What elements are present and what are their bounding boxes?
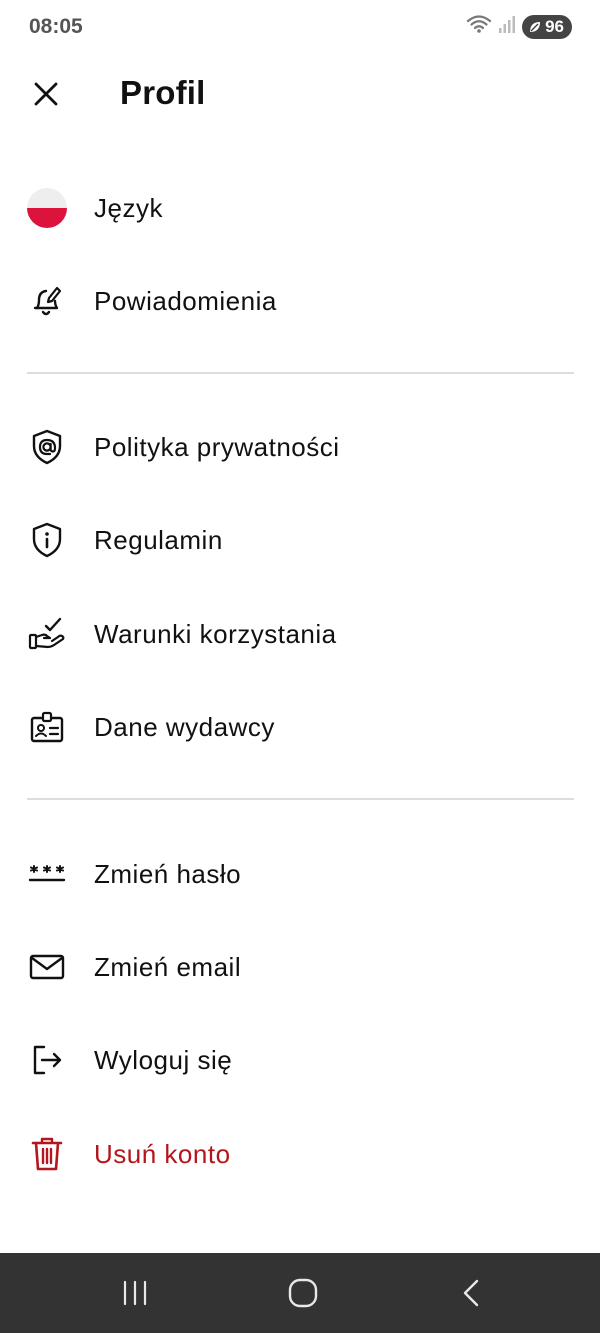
recent-apps-button[interactable] [115,1273,155,1313]
menu-item-change-email[interactable]: Zmień email [0,927,600,1007]
menu-label-terms-of-use: Warunki korzystania [94,618,337,649]
menu-item-change-password[interactable]: Zmień hasło [0,834,600,914]
shield-info-icon [26,519,68,561]
back-button[interactable] [451,1273,491,1313]
menu-item-publisher-info[interactable]: Dane wydawcy [0,687,600,767]
menu-label-language: Język [94,192,163,223]
close-icon [34,82,58,106]
menu-label-delete-account: Usuń konto [94,1138,231,1169]
recent-apps-icon [123,1280,147,1306]
status-bar: 08:05 96 [0,0,600,54]
status-time: 08:05 [29,15,83,38]
header: Profil [0,54,600,134]
menu-item-logout[interactable]: Wyloguj się [0,1020,600,1100]
menu-item-notifications[interactable]: Powiadomienia [0,261,600,341]
menu-label-logout: Wyloguj się [94,1044,233,1075]
menu-item-language[interactable]: Język [0,168,600,248]
home-icon [288,1278,318,1308]
menu-label-change-password: Zmień hasło [94,858,242,889]
bell-edit-icon [26,280,68,322]
menu-item-terms-of-use[interactable]: Warunki korzystania [0,594,600,674]
id-badge-icon [26,706,68,748]
menu-item-terms[interactable]: Regulamin [0,500,600,580]
menu-label-publisher-info: Dane wydawcy [94,711,275,742]
page-title: Profil [120,74,206,111]
envelope-icon [26,946,68,988]
divider [27,798,574,800]
back-icon [463,1279,479,1307]
status-icons: 96 [466,14,572,39]
system-navigation-bar [0,1253,600,1333]
battery-saver-leaf-icon [530,21,541,32]
menu-label-terms: Regulamin [94,524,223,555]
battery-level: 96 [545,16,564,36]
signal-icon [498,14,516,39]
poland-flag-icon [26,187,68,229]
menu-label-privacy-policy: Polityka prywatności [94,431,340,462]
menu-label-change-email: Zmień email [94,951,242,982]
logout-icon [26,1039,68,1081]
shield-at-icon [26,426,68,468]
hand-check-icon [26,613,68,655]
trash-icon [26,1133,68,1175]
menu-item-privacy-policy[interactable]: Polityka prywatności [0,407,600,487]
wifi-icon [466,14,492,39]
home-button[interactable] [283,1273,323,1313]
close-button[interactable] [26,74,66,114]
menu-label-notifications: Powiadomienia [94,285,277,316]
divider [27,372,574,374]
menu-item-delete-account[interactable]: Usuń konto [0,1114,600,1194]
battery-icon: 96 [522,14,572,39]
password-icon [26,853,68,895]
